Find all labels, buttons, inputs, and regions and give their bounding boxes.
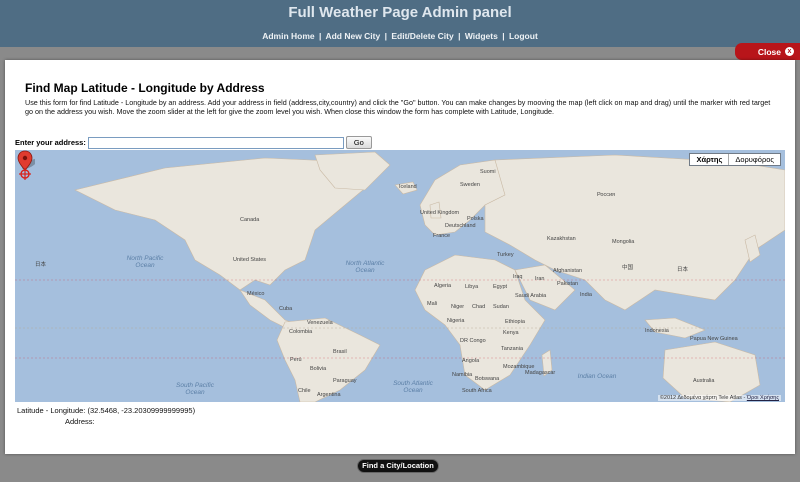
nav-add-new-city[interactable]: Add New City — [325, 31, 380, 41]
map-label: Venezuela — [307, 320, 333, 326]
map-label: United Kingdom — [420, 210, 460, 216]
map-label: Iran — [535, 276, 545, 282]
map-label: India — [580, 292, 592, 298]
ocean-label: North Atlantic Ocean — [345, 260, 385, 274]
map-label: Papua New Guinea — [690, 336, 738, 342]
map-label: Madagascar — [525, 370, 556, 376]
address-result-label: Address: — [65, 417, 95, 426]
address-input[interactable] — [87, 136, 344, 149]
latlng-label: Latitude - Longitude: — [17, 406, 86, 415]
map-label: México — [247, 291, 265, 297]
map-label: Colombia — [289, 329, 313, 335]
nav-edit-delete-city[interactable]: Edit/Delete City — [391, 31, 453, 41]
map-label: Pakistan — [557, 281, 579, 287]
map-label: DR Congo — [460, 338, 486, 344]
map-label: Chad — [472, 304, 486, 310]
map-label: Sudan — [493, 304, 509, 310]
ocean-label: South Pacific Ocean — [176, 382, 214, 396]
map-label: Saudi Arabia — [515, 293, 547, 299]
page-title: Full Weather Page Admin panel — [288, 4, 512, 21]
map-label: Ethiopia — [505, 319, 525, 325]
ocean-label: South Atlantic Ocean — [393, 380, 433, 394]
find-address-modal: Find Map Latitude - Longitude by Address… — [5, 60, 795, 454]
map-label: Cuba — [279, 306, 293, 312]
ocean-label: Indian Ocean — [577, 373, 617, 380]
google-map[interactable]: Iceland Sweden Suomi United Kingdom Pols… — [15, 150, 785, 402]
map-label: Mozambique — [503, 364, 535, 370]
map-attribution: ©2012 Δεδομένα χάρτη Tele Atlas - Όροι Χ… — [657, 395, 781, 401]
map-label: Libya — [465, 284, 479, 290]
map-type-satellite-button[interactable]: Δορυφόρος — [729, 154, 780, 165]
map-label: Kazakhstan — [547, 236, 576, 242]
map-label: France — [433, 233, 451, 239]
map-label: Suomi — [480, 169, 496, 175]
nav-separator: | — [458, 31, 461, 41]
map-label: 日本 — [677, 267, 689, 273]
map-label: Paraguay — [333, 378, 357, 384]
ocean-label: North Pacific Ocean — [126, 255, 164, 269]
address-label: Enter your address: — [15, 138, 86, 147]
find-city-location-button[interactable]: Find a City/Location — [357, 459, 439, 473]
map-marker-icon[interactable] — [15, 150, 35, 180]
map-label: 日本 — [35, 262, 47, 268]
modal-title: Find Map Latitude - Longitude by Address — [25, 81, 265, 95]
map-label: Perú — [290, 357, 302, 363]
map-label: Iceland — [399, 184, 417, 190]
map-label: Botswana — [475, 376, 500, 382]
go-button[interactable]: Go — [345, 136, 372, 149]
map-label: Россия — [597, 192, 616, 198]
map-label: Polska — [467, 216, 484, 222]
map-label: United States — [233, 257, 267, 263]
map-type-map-button[interactable]: Χάρτης — [690, 154, 730, 165]
map-label: Sweden — [460, 182, 480, 188]
map-label: Argentina — [317, 392, 341, 398]
map-label: Indonesia — [645, 328, 669, 334]
map-label: Tanzania — [501, 346, 524, 352]
admin-header: Full Weather Page Admin panel Admin Home… — [0, 0, 800, 47]
nav-admin-home[interactable]: Admin Home — [262, 31, 314, 41]
nav-separator: | — [502, 31, 505, 41]
nav-separator: | — [384, 31, 387, 41]
map-label: Brasil — [333, 349, 347, 355]
map-label: Bolivia — [310, 366, 327, 372]
map-label: Iraq — [513, 274, 523, 280]
map-type-control: Χάρτης Δορυφόρος — [689, 153, 781, 166]
attribution-text: ©2012 Δεδομένα χάρτη Tele Atlas - — [659, 395, 747, 401]
map-label: Canada — [240, 217, 260, 223]
map-label: Afghanistan — [553, 268, 583, 274]
nav-widgets[interactable]: Widgets — [465, 31, 498, 41]
latlng-value: (32.5468, -23.20309999999995) — [87, 406, 196, 415]
latlng-readout: Latitude - Longitude: (32.5468, -23.2030… — [17, 406, 195, 415]
admin-nav: Admin Home | Add New City | Edit/Delete … — [0, 24, 800, 42]
map-label: Nigeria — [447, 318, 465, 324]
map-label: Deutschland — [445, 223, 476, 229]
address-form: Enter your address: Go — [15, 136, 372, 149]
map-label: Algeria — [434, 283, 452, 289]
map-label: Egypt — [493, 284, 508, 290]
nav-logout[interactable]: Logout — [509, 31, 538, 41]
map-label: Namibia — [452, 372, 473, 378]
map-label: Chile — [298, 388, 311, 394]
map-label: Mongolia — [612, 239, 635, 245]
close-icon: x — [785, 47, 794, 56]
map-label: Angola — [462, 358, 480, 364]
map-label: Australia — [693, 378, 715, 384]
modal-description: Use this form for find Latitude - Longit… — [25, 98, 771, 117]
map-label: Niger — [451, 304, 465, 310]
address-readout: Address: — [65, 417, 95, 426]
map-label: South Africa — [462, 388, 492, 394]
map-label: Kenya — [503, 330, 519, 336]
map-label: Turkey — [497, 252, 514, 258]
terms-link[interactable]: Όροι Χρήσης — [747, 395, 779, 401]
map-label: Mali — [427, 301, 438, 307]
close-button[interactable]: Close x — [735, 43, 800, 60]
map-label: 中国 — [622, 265, 634, 271]
close-label: Close — [757, 46, 781, 57]
nav-separator: | — [319, 31, 322, 41]
